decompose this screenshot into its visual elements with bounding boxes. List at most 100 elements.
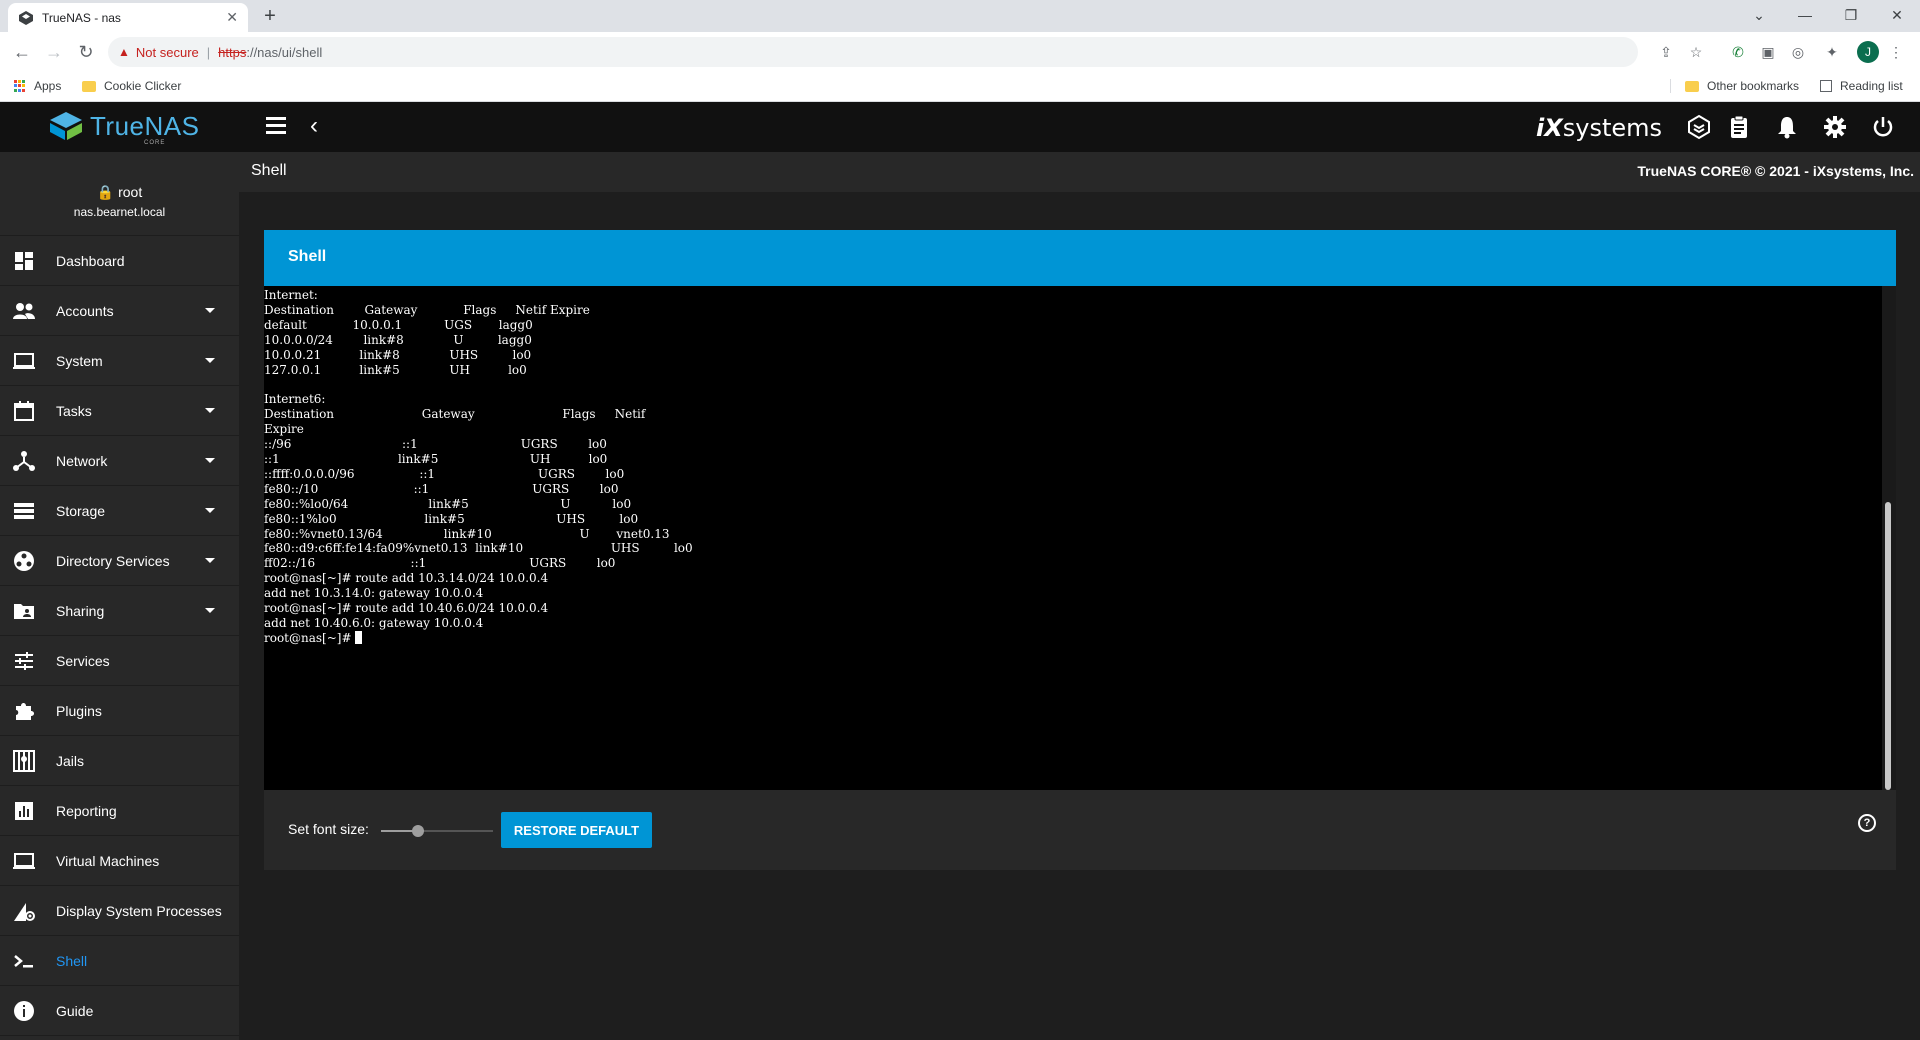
- sidebar-item-label: Plugins: [56, 702, 102, 719]
- user-name[interactable]: 🔒 root: [0, 152, 239, 201]
- sidebar-item-system[interactable]: System: [0, 336, 239, 386]
- share-icon[interactable]: ⇪: [1656, 42, 1676, 62]
- bookmark-apps[interactable]: Apps: [14, 79, 61, 93]
- sidebar-item-tasks[interactable]: Tasks: [0, 386, 239, 436]
- user-panel: 🔒 root nas.bearnet.local: [0, 152, 239, 236]
- expand-caret-icon: [205, 508, 215, 513]
- gear-icon[interactable]: [1822, 114, 1848, 140]
- tab-close-icon[interactable]: ✕: [226, 9, 238, 26]
- shell-card: Shell Internet: Destination Gateway Flag…: [264, 230, 1896, 870]
- menu-toggle-icon[interactable]: [266, 117, 286, 135]
- clipboard-icon[interactable]: [1726, 114, 1752, 140]
- sidebar-item-directory-services[interactable]: Directory Services: [0, 536, 239, 586]
- apps-grid-icon: [14, 80, 26, 92]
- terminal-output: Internet: Destination Gateway Flags Neti…: [264, 288, 693, 646]
- maximize-button[interactable]: ❐: [1828, 0, 1874, 32]
- sidebar-item-label: Display System Processes: [56, 902, 222, 919]
- sidebar-item-guide[interactable]: Guide: [0, 986, 239, 1036]
- forward-button[interactable]: →: [42, 40, 66, 64]
- reading-list[interactable]: Reading list: [1820, 79, 1903, 93]
- sidebar-item-network[interactable]: Network: [0, 436, 239, 486]
- collapse-chevron-icon[interactable]: ‹: [310, 112, 318, 140]
- sidebar-item-dashboard[interactable]: Dashboard: [0, 236, 239, 286]
- laptop-icon: [13, 352, 35, 369]
- sidebar-item-shell[interactable]: Shell: [0, 936, 239, 986]
- new-tab-button[interactable]: +: [258, 5, 282, 29]
- browser-menu-icon[interactable]: ⋮: [1886, 42, 1906, 62]
- bookmark-other-label: Other bookmarks: [1707, 79, 1800, 93]
- close-window-button[interactable]: ✕: [1874, 0, 1920, 32]
- truenas-logo[interactable]: TrueNAS CORE: [48, 110, 200, 146]
- cast-extension-icon[interactable]: ▣: [1758, 42, 1778, 62]
- expand-caret-icon: [205, 308, 215, 313]
- terminal[interactable]: Internet: Destination Gateway Flags Neti…: [264, 286, 1896, 790]
- logo-text: TrueNAS: [90, 110, 200, 141]
- divider: [1670, 79, 1671, 93]
- brand-text: systems: [1562, 114, 1663, 142]
- reload-button[interactable]: ↻: [74, 40, 98, 64]
- extensions-puzzle-icon[interactable]: ✦: [1822, 42, 1842, 62]
- info-icon: [14, 1000, 34, 1021]
- font-size-label: Set font size:: [288, 821, 369, 837]
- username-label: root: [118, 184, 143, 200]
- bookmark-apps-label: Apps: [34, 79, 62, 93]
- terminal-prompt: root@nas[~]#: [264, 630, 356, 645]
- help-icon[interactable]: ?: [1858, 814, 1876, 832]
- bookmark-cookie-label: Cookie Clicker: [104, 79, 182, 93]
- processes-icon: [14, 902, 35, 921]
- sidebar-item-accounts[interactable]: Accounts: [0, 286, 239, 336]
- bookmark-star-icon[interactable]: ☆: [1686, 42, 1706, 62]
- sidebar-item-storage[interactable]: Storage: [0, 486, 239, 536]
- profile-avatar[interactable]: J: [1857, 41, 1879, 63]
- truenas-favicon-icon: [19, 10, 33, 25]
- tab-search-icon[interactable]: ⌄: [1736, 0, 1782, 32]
- folder-shared-icon: [14, 603, 34, 619]
- folder-icon: [82, 80, 96, 92]
- security-status[interactable]: Not secure: [136, 45, 199, 60]
- folder-icon: [1685, 80, 1699, 92]
- expand-caret-icon: [205, 408, 215, 413]
- power-icon[interactable]: [1870, 114, 1896, 140]
- sidebar: 🔒 root nas.bearnet.local Dashboard Accou…: [0, 152, 239, 1040]
- sidebar-item-label: Directory Services: [56, 552, 170, 569]
- sidebar-item-plugins[interactable]: Plugins: [0, 686, 239, 736]
- app-header: TrueNAS CORE ‹ iXsystems: [0, 102, 1920, 152]
- minimize-button[interactable]: —: [1782, 0, 1828, 32]
- sidebar-item-virtual-machines[interactable]: Virtual Machines: [0, 836, 239, 886]
- storage-icon: [14, 502, 34, 519]
- expand-caret-icon: [205, 458, 215, 463]
- sidebar-item-reporting[interactable]: Reporting: [0, 786, 239, 836]
- jail-icon: [13, 749, 35, 772]
- url-scheme: https: [218, 44, 247, 60]
- dashboard-icon: [15, 251, 33, 270]
- reading-list-icon: [1820, 80, 1832, 92]
- sidebar-item-label: Shell: [56, 952, 88, 969]
- sidebar-item-label: System: [56, 352, 103, 369]
- back-button[interactable]: ←: [10, 40, 34, 64]
- reading-list-label: Reading list: [1840, 79, 1903, 93]
- copyright[interactable]: TrueNAS CORE® © 2021 - iXsystems, Inc.: [1637, 163, 1914, 179]
- extension-circle-icon[interactable]: ◎: [1788, 42, 1808, 62]
- font-size-slider[interactable]: [381, 823, 493, 839]
- bookmark-cookie-clicker[interactable]: Cookie Clicker: [82, 79, 181, 93]
- sidebar-item-sharing[interactable]: Sharing: [0, 586, 239, 636]
- address-bar[interactable]: ▲ Not secure | https ://nas/ui/shell: [108, 37, 1638, 67]
- expand-caret-icon: [205, 358, 215, 363]
- restore-default-button[interactable]: RESTORE DEFAULT: [501, 812, 652, 848]
- sidebar-item-display-system-processes[interactable]: Display System Processes: [0, 886, 239, 936]
- truenas-logo-icon: [50, 112, 82, 140]
- slider-knob[interactable]: [411, 825, 424, 837]
- sidebar-item-label: Guide: [56, 1002, 94, 1019]
- terminal-scrollbar[interactable]: [1882, 286, 1896, 790]
- sidebar-item-services[interactable]: Services: [0, 636, 239, 686]
- ixsystems-logo[interactable]: iXsystems: [1536, 114, 1662, 142]
- network-icon: [13, 450, 35, 471]
- scrollbar-thumb[interactable]: [1885, 502, 1891, 790]
- directory-icon: [14, 550, 34, 571]
- bell-icon[interactable]: [1774, 114, 1800, 140]
- truecommand-icon[interactable]: [1686, 114, 1712, 140]
- sidebar-item-jails[interactable]: Jails: [0, 736, 239, 786]
- browser-tab[interactable]: TrueNAS - nas ✕: [8, 3, 248, 32]
- bookmark-other[interactable]: Other bookmarks: [1670, 79, 1799, 93]
- phone-extension-icon[interactable]: ✆: [1728, 42, 1748, 62]
